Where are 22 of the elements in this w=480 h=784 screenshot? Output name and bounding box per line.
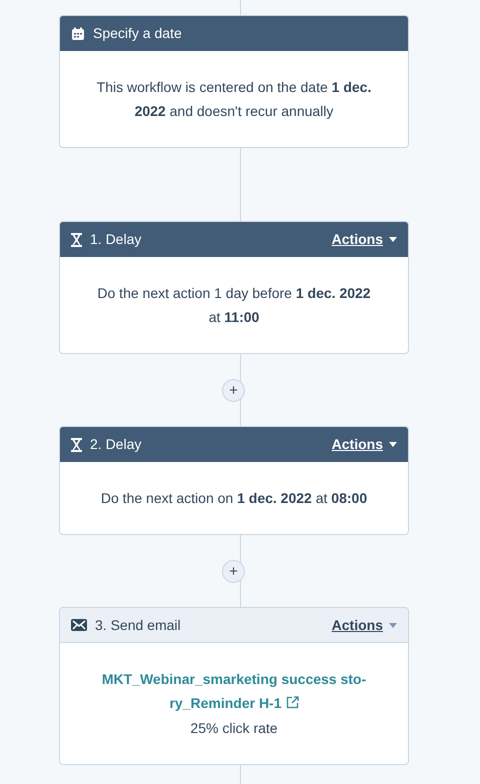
actions-dropdown[interactable]: Actions (332, 434, 397, 455)
email-link[interactable]: MKT_Webinar_smarketing success sto- ry_Reminder H-1 (94, 667, 374, 715)
caret-icon (389, 622, 397, 628)
actions-dropdown[interactable]: Actions (332, 229, 397, 250)
click-rate: 25% click rate (189, 719, 279, 738)
step-title: Specify a date (93, 24, 182, 43)
add-step-button[interactable]: + (222, 379, 245, 402)
caret-icon (389, 442, 397, 447)
step-title: 2. Delay (90, 435, 142, 454)
envelope-icon (71, 619, 87, 631)
hourglass-icon (71, 438, 82, 452)
step-description: This workflow is centered on the date 1 dec. 2022 and doesn't recur annually (96, 78, 372, 121)
external-link-icon[interactable] (286, 696, 299, 709)
actions-dropdown[interactable]: Actions (332, 614, 397, 636)
step-title: 1. Delay (90, 230, 142, 249)
step-title: 3. Send email (95, 616, 181, 634)
step-description: Do the next action 1 day before 1 dec. 2022 at 11:00 (96, 284, 372, 327)
calendar-icon (71, 26, 85, 40)
add-step-button[interactable]: + (222, 560, 245, 583)
caret-icon (389, 237, 397, 242)
step-description: Do the next action on 1 dec. 2022 at 08:00 (100, 489, 368, 508)
hourglass-icon (71, 232, 82, 246)
